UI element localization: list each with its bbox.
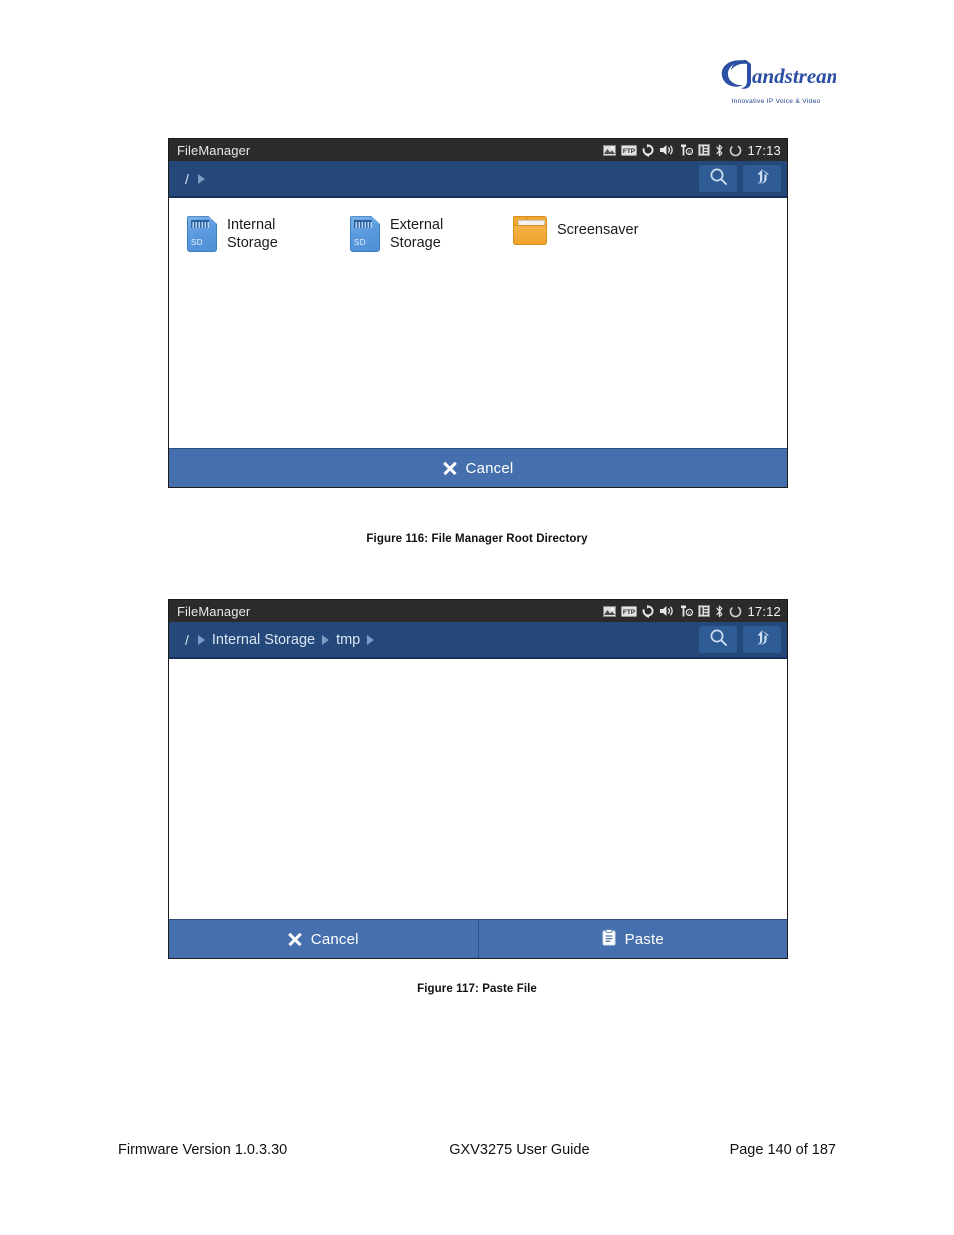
picture-icon [603,144,617,156]
grandstream-logo-mark: andstream [716,55,836,101]
cancel-button[interactable]: Cancel [169,449,787,487]
grandstream-wordmark-svg: andstream [721,60,836,89]
sim-card-icon [698,605,711,617]
footer-document-title: GXV3275 User Guide [449,1142,590,1158]
breadcrumb-item-tmp[interactable]: tmp [336,632,360,648]
chevron-right-icon [367,634,375,645]
speaker-icon [659,144,674,156]
breadcrumb: / Internal Storage tmp [183,632,699,648]
ftp-icon: FTP [621,605,638,617]
action-bar: Cancel [169,448,787,487]
clipboard-icon [602,928,616,950]
cancel-button-label: Cancel [465,459,514,477]
up-arrow-icon [753,628,772,652]
figure-caption-116: Figure 116: File Manager Root Directory [366,533,588,545]
grandstream-logo: andstream Innovative IP Voice & Video [716,55,836,105]
file-item-internal-storage[interactable]: SD Internal Storage [179,210,342,258]
file-item-label: External Storage [390,216,443,252]
folder-icon [513,216,547,245]
file-item-external-storage[interactable]: SD External Storage [342,210,505,258]
path-toolbar: / Internal Storage tmp [169,622,787,659]
sd-card-icon: SD [350,216,380,253]
footer-page-number: Page 140 of 187 [729,1142,836,1158]
status-icons: FTP 0 [603,604,742,618]
close-icon [288,932,302,946]
sd-card-icon: SD [187,216,217,253]
go-up-button[interactable] [743,165,781,192]
sim-card-icon [698,144,711,156]
chevron-right-icon [322,634,330,645]
status-clock: 17:12 [747,603,781,619]
action-bar: Cancel Paste [169,919,787,958]
up-arrow-icon [753,167,772,191]
file-item-label: Internal Storage [227,216,278,252]
breadcrumb-item-internal-storage[interactable]: Internal Storage [212,632,315,648]
chevron-right-icon [197,634,205,645]
figure-caption-117: Figure 117: Paste File [417,983,537,995]
file-manager-root-screenshot: FileManager FTP 0 17:13 / SD Internal St… [168,138,788,488]
search-icon [709,628,728,652]
cancel-button[interactable]: Cancel [169,920,478,958]
path-toolbar: / [169,161,787,198]
search-icon [709,167,728,191]
page-footer: Firmware Version 1.0.3.30 GXV3275 User G… [118,1142,836,1158]
bluetooth-icon [715,144,724,157]
file-item-label-line2: Storage [227,235,278,252]
file-list-area [169,659,787,919]
close-icon [443,461,457,475]
svg-text:FTP: FTP [623,148,636,155]
paste-button[interactable]: Paste [477,920,788,958]
sync-icon [642,604,654,618]
status-bar: FileManager FTP 0 [169,139,787,161]
toolbar-buttons [699,626,781,653]
app-title: FileManager [177,603,251,619]
paste-file-screenshot: FileManager FTP 0 17:12 / Internal Stora… [168,599,788,959]
status-bar: FileManager FTP 0 [169,600,787,622]
tool-icon: 0 [679,144,694,156]
breadcrumb-item-root[interactable]: / [183,171,191,187]
footer-firmware-version: Firmware Version 1.0.3.30 [118,1142,288,1158]
cancel-button-label: Cancel [310,930,359,948]
file-item-label-line1: External [390,217,444,233]
search-button[interactable] [699,165,737,192]
file-list-area: SD Internal Storage SD External Storage [169,198,787,448]
sync-icon [642,143,654,157]
file-item-label-line1: Internal [227,217,276,233]
file-item-label: Screensaver [557,222,639,239]
bluetooth-icon [715,605,724,618]
go-up-button[interactable] [743,626,781,653]
svg-text:FTP: FTP [623,609,636,616]
speaker-icon [659,605,674,617]
file-item-screensaver[interactable]: Screensaver [505,210,723,251]
tool-icon: 0 [679,605,694,617]
picture-icon [603,605,617,617]
loading-icon [729,144,742,157]
breadcrumb: / [183,171,699,187]
svg-text:andstream: andstream [752,64,836,88]
file-item-label-line2: Storage [390,235,441,252]
status-clock: 17:13 [747,142,781,158]
loading-icon [729,605,742,618]
ftp-icon: FTP [621,144,638,156]
breadcrumb-item-root[interactable]: / [183,632,191,648]
paste-button-label: Paste [624,930,664,948]
app-title: FileManager [177,142,251,158]
status-icons: FTP 0 [603,143,742,157]
file-grid: SD Internal Storage SD External Storage [169,210,787,258]
search-button[interactable] [699,626,737,653]
toolbar-buttons [699,165,781,192]
chevron-right-icon [197,173,205,184]
